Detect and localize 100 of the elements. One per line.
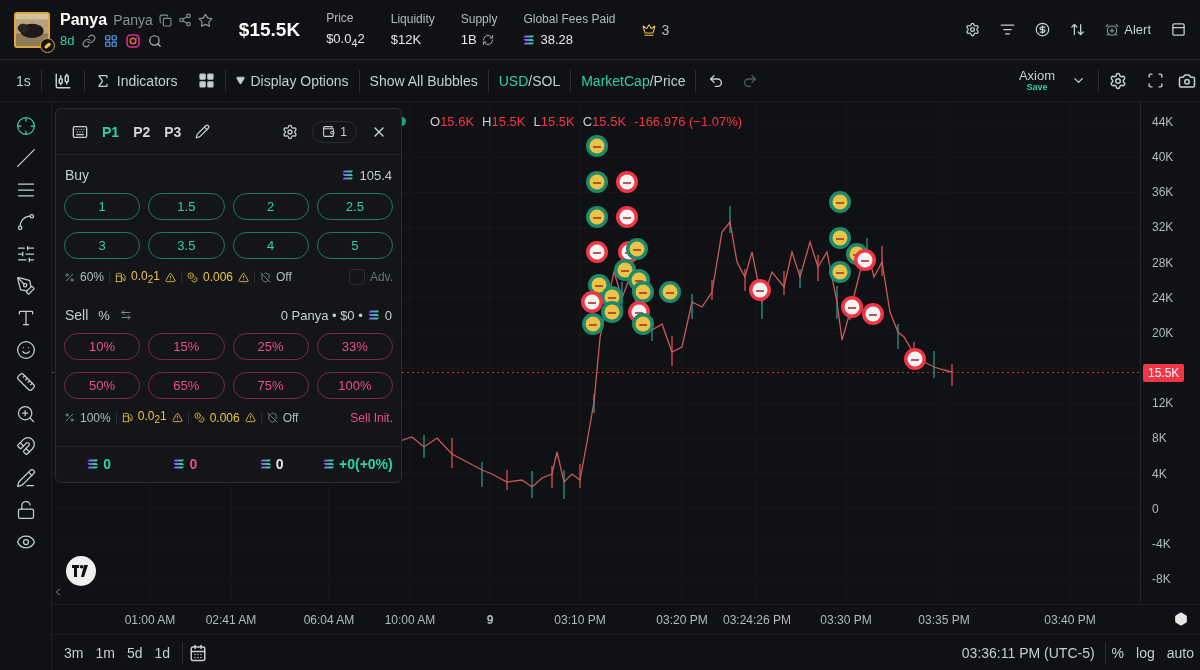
stat-value: 38.28 bbox=[540, 32, 573, 47]
sliders-icon[interactable] bbox=[15, 244, 36, 264]
warning-icon bbox=[164, 271, 176, 283]
preset-tab[interactable]: P2 bbox=[133, 123, 151, 140]
copy-icon[interactable] bbox=[158, 13, 172, 27]
unit-toggle[interactable]: MarketCap/Price bbox=[571, 65, 696, 96]
scale-button[interactable]: log bbox=[1130, 644, 1161, 661]
pen-icon[interactable] bbox=[15, 276, 36, 296]
magnet-icon[interactable] bbox=[15, 436, 36, 456]
coin-icon bbox=[193, 412, 205, 424]
sell-unit: % bbox=[98, 307, 110, 323]
stat-label: Price bbox=[326, 10, 355, 25]
current-price-tag: 15.5K bbox=[1143, 363, 1185, 382]
refresh-icon bbox=[481, 33, 494, 46]
total-value: +0(+0%) bbox=[339, 456, 393, 473]
shield-off-icon bbox=[266, 412, 278, 424]
range-button[interactable]: 1m bbox=[89, 644, 121, 661]
share-icon[interactable] bbox=[177, 13, 192, 27]
interval-button[interactable]: 1s bbox=[6, 65, 41, 96]
axis-label: 9 bbox=[486, 613, 494, 627]
sol-balance: 105.4 bbox=[359, 167, 392, 183]
priority-fee-value: 0.0$_{2}$1 bbox=[131, 269, 160, 286]
range-button[interactable]: 5d bbox=[120, 644, 149, 661]
grid-icon[interactable] bbox=[104, 33, 119, 48]
dollar-icon[interactable] bbox=[1035, 22, 1051, 37]
swap-icon bbox=[119, 309, 132, 322]
preset-tab[interactable]: P1 bbox=[102, 123, 120, 140]
chart-logo-icon[interactable] bbox=[66, 556, 96, 586]
mev-protection-value: Off bbox=[282, 410, 299, 425]
sell-init-link[interactable]: Sell Init. bbox=[350, 410, 393, 425]
star-icon[interactable] bbox=[197, 12, 213, 28]
warning-icon bbox=[171, 412, 183, 424]
total-value: 0 bbox=[189, 456, 198, 473]
axis-label: 02:41 AM bbox=[205, 613, 257, 627]
range-button[interactable]: 3m bbox=[58, 644, 90, 661]
coin-icon bbox=[186, 271, 198, 283]
unit-toggle[interactable]: USD/SOL bbox=[488, 65, 571, 96]
settings-icon[interactable] bbox=[282, 123, 299, 140]
indicators-button[interactable]: Indicators bbox=[84, 65, 188, 96]
crosshair-icon[interactable] bbox=[15, 116, 36, 136]
stat-value: $12K bbox=[390, 32, 423, 47]
sol-icon bbox=[173, 458, 186, 471]
caret-icon bbox=[235, 76, 245, 85]
zoom-in-icon[interactable] bbox=[15, 404, 36, 424]
stat-label: Supply bbox=[460, 12, 498, 26]
lock-icon[interactable] bbox=[15, 500, 36, 520]
axis-label: 03:10 PM bbox=[554, 613, 606, 627]
alarm-clock-icon bbox=[1105, 22, 1120, 37]
crown-count: 3 bbox=[661, 21, 670, 38]
slippage-value: 100% bbox=[80, 410, 111, 425]
keyboard-icon[interactable] bbox=[72, 123, 88, 140]
stat-value: $0.0$_{4}$2 bbox=[326, 30, 365, 49]
sol-icon bbox=[87, 458, 100, 471]
axis-label: 44K bbox=[1152, 115, 1174, 129]
list-icon[interactable] bbox=[1000, 22, 1016, 37]
show-bubbles-button[interactable]: Show All Bubbles bbox=[359, 65, 488, 96]
market-cap: $15.5K bbox=[238, 18, 301, 41]
axis-label: 40K bbox=[1152, 150, 1174, 165]
sort-icon[interactable] bbox=[1070, 22, 1086, 37]
ohlc-value: C15.5K bbox=[582, 114, 627, 129]
scale-button[interactable]: % bbox=[1105, 644, 1131, 661]
pencil-icon[interactable] bbox=[15, 468, 36, 488]
axis-label: 8K bbox=[1152, 431, 1167, 446]
edit-icon[interactable] bbox=[195, 124, 211, 139]
line-icon[interactable] bbox=[15, 148, 36, 168]
stat-value: 1B bbox=[460, 32, 477, 47]
smiley-icon[interactable] bbox=[15, 340, 36, 360]
range-button[interactable]: 1d bbox=[148, 644, 177, 661]
axis-label: 0 bbox=[1152, 501, 1159, 516]
preset-tab[interactable]: P3 bbox=[164, 123, 182, 140]
scale-button[interactable]: auto bbox=[1160, 644, 1200, 661]
stat-label: Global Fees Paid bbox=[523, 12, 616, 26]
panel-icon[interactable] bbox=[1171, 22, 1186, 37]
settings-icon[interactable] bbox=[965, 22, 981, 37]
link-icon[interactable] bbox=[82, 33, 97, 48]
token-name: Panya bbox=[60, 11, 108, 29]
camera-logo-icon[interactable] bbox=[126, 33, 141, 48]
nodes-icon[interactable] bbox=[15, 212, 36, 232]
warning-icon bbox=[238, 271, 249, 283]
token-age: 8d bbox=[60, 33, 75, 48]
axis-label: 03:20 PM bbox=[656, 613, 708, 627]
sol-icon bbox=[342, 169, 355, 181]
axis-label: 32K bbox=[1152, 220, 1174, 235]
display-options-button[interactable]: Display Options bbox=[225, 65, 359, 96]
axis-label: -4K bbox=[1152, 536, 1171, 551]
ohlc-value: L15.5K bbox=[533, 114, 575, 129]
crown-icon bbox=[641, 22, 656, 37]
calendar-icon[interactable] bbox=[189, 643, 208, 662]
hexagon-icon[interactable] bbox=[1174, 612, 1188, 626]
axis-label: 10:00 AM bbox=[384, 613, 436, 627]
sell-title: Sell bbox=[65, 307, 89, 324]
ruler-icon[interactable] bbox=[15, 372, 36, 392]
axis-label: 4K bbox=[1152, 466, 1167, 481]
search-icon[interactable] bbox=[148, 33, 163, 48]
axis-label: 24K bbox=[1152, 290, 1174, 305]
axis-label: 03:35 PM bbox=[918, 613, 970, 627]
layout-button[interactable]: Axiom Save bbox=[1014, 69, 1059, 92]
axis-label: -8K bbox=[1152, 572, 1171, 587]
advanced-checkbox[interactable] bbox=[348, 269, 365, 286]
alert-button[interactable]: Alert bbox=[1105, 22, 1151, 37]
